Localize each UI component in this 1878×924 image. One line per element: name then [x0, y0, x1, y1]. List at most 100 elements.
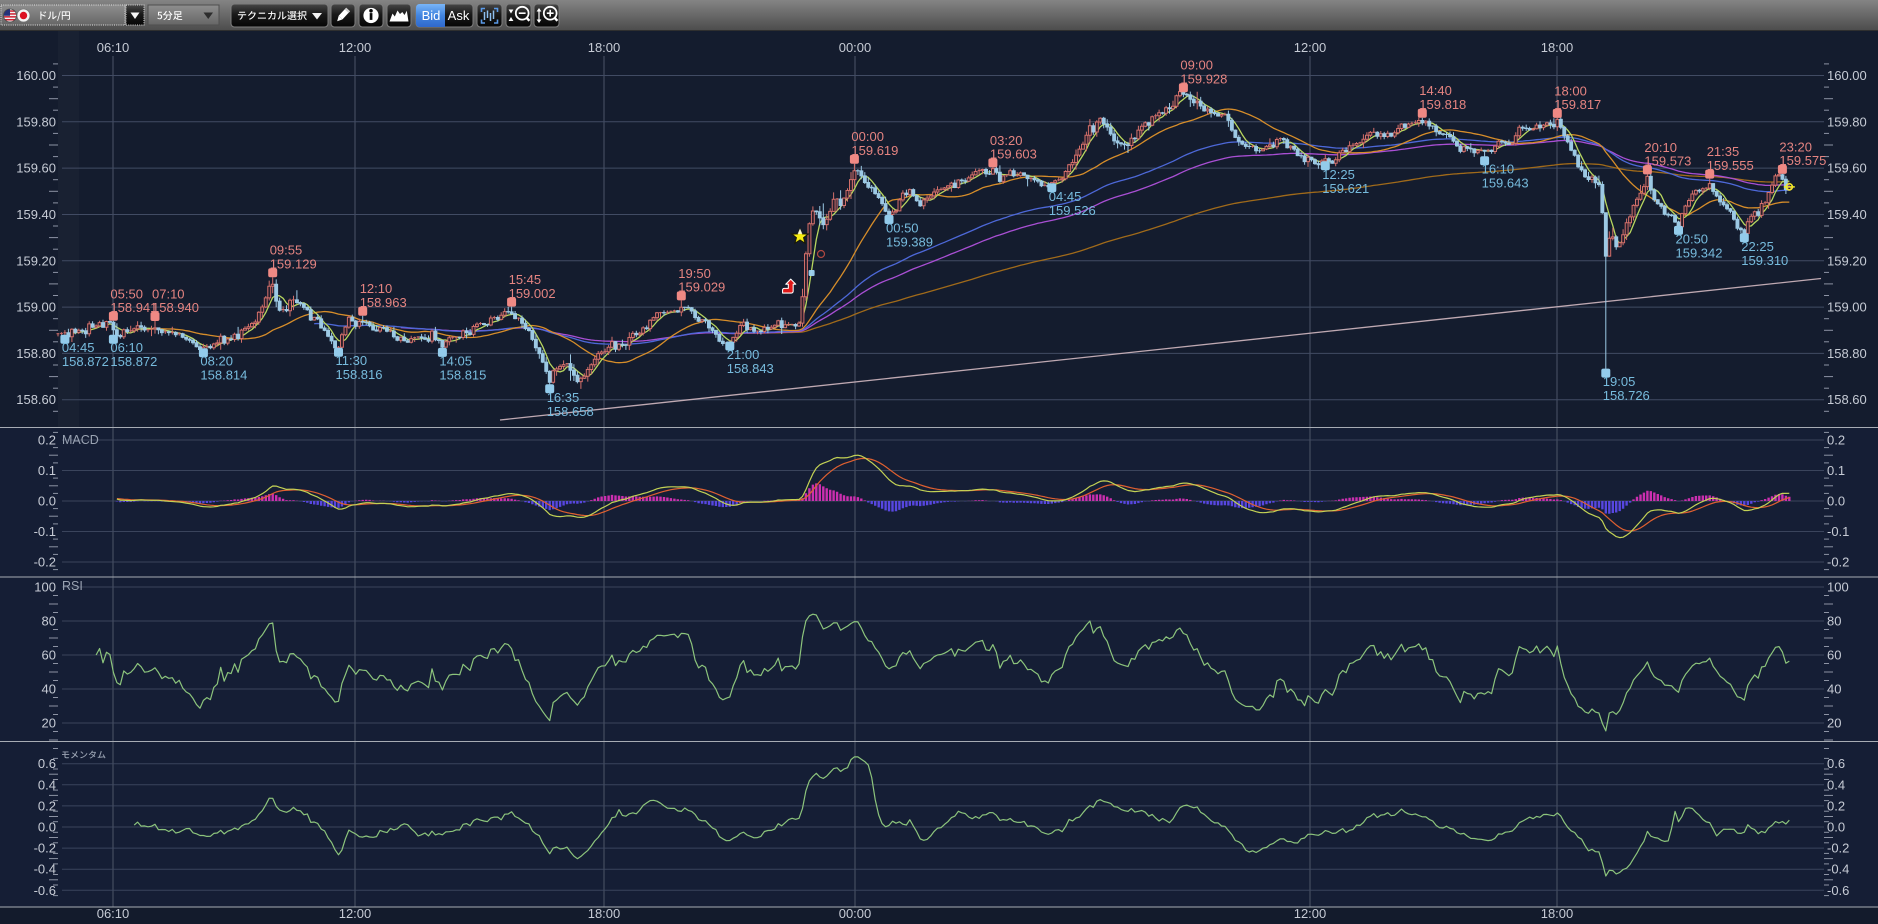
svg-text:0.2: 0.2 — [1827, 433, 1845, 448]
svg-text:21:00: 21:00 — [727, 347, 760, 362]
svg-text:08:20: 08:20 — [200, 354, 233, 369]
svg-text:22:25: 22:25 — [1741, 239, 1774, 254]
svg-text:159.389: 159.389 — [886, 235, 933, 250]
svg-text:159.603: 159.603 — [990, 147, 1037, 162]
svg-text:40: 40 — [42, 682, 56, 697]
svg-text:19:05: 19:05 — [1603, 374, 1636, 389]
svg-text:159.342: 159.342 — [1676, 245, 1723, 260]
svg-text:159.40: 159.40 — [16, 207, 56, 222]
svg-text:11:30: 11:30 — [336, 353, 368, 368]
svg-text:0.0: 0.0 — [1827, 494, 1845, 509]
svg-text:158.963: 158.963 — [360, 295, 407, 310]
svg-text:158.658: 158.658 — [547, 404, 594, 419]
svg-text:00:00: 00:00 — [839, 906, 872, 919]
svg-text:16:10: 16:10 — [1482, 162, 1515, 177]
svg-text:159.00: 159.00 — [1827, 300, 1867, 315]
svg-text:0.0: 0.0 — [1827, 820, 1845, 835]
svg-text:158.815: 158.815 — [439, 367, 486, 382]
svg-text:18:00: 18:00 — [588, 906, 621, 919]
svg-text:-0.6: -0.6 — [1827, 883, 1849, 898]
svg-text:-0.2: -0.2 — [1827, 555, 1849, 570]
svg-text:20:50: 20:50 — [1676, 231, 1709, 246]
svg-text:60: 60 — [1827, 648, 1841, 663]
svg-text:158.872: 158.872 — [62, 354, 109, 369]
svg-text:00:50: 00:50 — [886, 221, 919, 236]
svg-text:158.60: 158.60 — [16, 392, 56, 407]
svg-text:12:00: 12:00 — [1294, 40, 1327, 55]
svg-text:80: 80 — [1827, 614, 1841, 629]
svg-text:159.20: 159.20 — [16, 253, 56, 268]
svg-text:159.928: 159.928 — [1180, 71, 1227, 86]
svg-text:159.60: 159.60 — [16, 161, 56, 176]
svg-text:159.40: 159.40 — [1827, 207, 1867, 222]
svg-text:159.029: 159.029 — [678, 280, 725, 295]
svg-text:06:10: 06:10 — [97, 906, 130, 919]
svg-text:12:00: 12:00 — [339, 906, 372, 919]
svg-text:0.6: 0.6 — [1827, 756, 1845, 771]
svg-text:60: 60 — [42, 648, 56, 663]
svg-text:159.20: 159.20 — [1827, 253, 1867, 268]
svg-text:0.4: 0.4 — [1827, 777, 1845, 792]
svg-text:160.00: 160.00 — [16, 68, 56, 83]
svg-text:158.60: 158.60 — [1827, 392, 1867, 407]
svg-text:159.310: 159.310 — [1741, 253, 1788, 268]
svg-text:159.621: 159.621 — [1322, 181, 1369, 196]
svg-text:159.619: 159.619 — [851, 143, 898, 158]
svg-text:-0.1: -0.1 — [34, 524, 56, 539]
svg-text:04:45: 04:45 — [62, 340, 95, 355]
svg-text:160.00: 160.00 — [1827, 68, 1867, 83]
svg-text:-0.4: -0.4 — [34, 862, 56, 877]
svg-text:18:00: 18:00 — [1541, 906, 1574, 919]
svg-text:100: 100 — [34, 580, 56, 595]
svg-text:0.1: 0.1 — [38, 463, 56, 478]
svg-text:158.872: 158.872 — [110, 354, 157, 369]
svg-text:158.80: 158.80 — [1827, 346, 1867, 361]
svg-text:MACD: MACD — [62, 433, 99, 447]
svg-text:06:10: 06:10 — [110, 340, 143, 355]
svg-text:159.80: 159.80 — [1827, 114, 1867, 129]
svg-text:158.940: 158.940 — [152, 300, 199, 315]
svg-text:18:00: 18:00 — [588, 40, 621, 55]
svg-text:80: 80 — [42, 614, 56, 629]
svg-text:159.526: 159.526 — [1049, 203, 1096, 218]
svg-text:100: 100 — [1827, 580, 1849, 595]
svg-text:159.129: 159.129 — [270, 256, 317, 271]
svg-text:0.2: 0.2 — [1827, 798, 1845, 813]
svg-text:16:35: 16:35 — [547, 390, 580, 405]
svg-text:159.80: 159.80 — [16, 114, 56, 129]
svg-text:12:00: 12:00 — [1294, 906, 1327, 919]
svg-text:0.0: 0.0 — [38, 494, 56, 509]
svg-text:20: 20 — [42, 716, 56, 731]
svg-text:158.814: 158.814 — [200, 368, 247, 383]
svg-text:159.817: 159.817 — [1554, 97, 1601, 112]
svg-text:18:00: 18:00 — [1541, 40, 1574, 55]
svg-text:-0.1: -0.1 — [1827, 524, 1849, 539]
svg-text:40: 40 — [1827, 682, 1841, 697]
svg-text:158.726: 158.726 — [1603, 388, 1650, 403]
svg-text:159.573: 159.573 — [1644, 154, 1691, 169]
svg-text:14:05: 14:05 — [439, 353, 472, 368]
svg-text:-0.2: -0.2 — [1827, 841, 1849, 856]
svg-text:158.843: 158.843 — [727, 361, 774, 376]
svg-text:159.818: 159.818 — [1419, 97, 1466, 112]
svg-text:20: 20 — [1827, 716, 1841, 731]
svg-text:-0.2: -0.2 — [34, 555, 56, 570]
svg-text:159.60: 159.60 — [1827, 161, 1867, 176]
svg-text:RSI: RSI — [62, 579, 83, 593]
svg-text:0.1: 0.1 — [1827, 463, 1845, 478]
svg-text:04:45: 04:45 — [1049, 189, 1082, 204]
svg-text:-0.2: -0.2 — [34, 841, 56, 856]
svg-text:158.80: 158.80 — [16, 346, 56, 361]
svg-text:159.00: 159.00 — [16, 300, 56, 315]
svg-text:158.816: 158.816 — [336, 367, 383, 382]
svg-text:159.575: 159.575 — [1779, 153, 1826, 168]
svg-text:12:00: 12:00 — [339, 40, 372, 55]
svg-text:-0.4: -0.4 — [1827, 862, 1849, 877]
svg-text:159.555: 159.555 — [1707, 158, 1754, 173]
svg-text:0.2: 0.2 — [38, 433, 56, 448]
svg-text:159.002: 159.002 — [509, 286, 556, 301]
svg-text:158.941: 158.941 — [110, 300, 157, 315]
svg-text:Bid: Bid — [422, 8, 441, 23]
svg-text:-0.6: -0.6 — [34, 883, 56, 898]
svg-text:Ask: Ask — [448, 8, 470, 23]
